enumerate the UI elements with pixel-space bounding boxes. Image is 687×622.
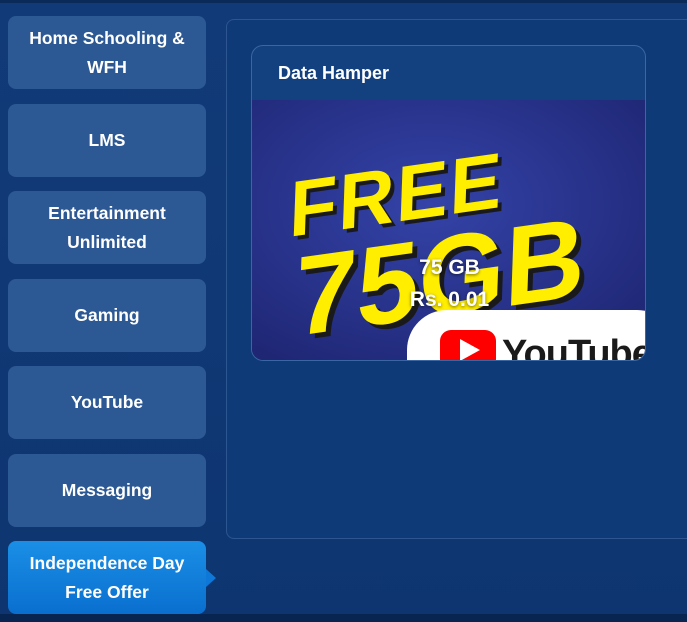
youtube-badge: YouTube xyxy=(407,310,646,361)
sidebar-item-label: LMS xyxy=(88,130,126,150)
sidebar-item-home-schooling[interactable]: Home Schooling & WFH xyxy=(8,16,206,89)
price-label: Rs. 0.01 xyxy=(409,288,490,311)
top-edge xyxy=(0,0,687,3)
sidebar-item-label: Independence Day Free Offer xyxy=(29,552,185,602)
sidebar-item-messaging[interactable]: Messaging xyxy=(8,454,206,527)
bottom-edge xyxy=(0,614,687,622)
sidebar-item-gaming[interactable]: Gaming xyxy=(8,279,206,352)
sidebar-item-label: YouTube xyxy=(70,392,144,412)
data-hamper-card[interactable]: Data Hamper FREE FREE 75GB 75GB YouTube … xyxy=(251,45,646,361)
sidebar-item-lms[interactable]: LMS xyxy=(8,104,206,177)
sidebar-item-label: Entertainment Unlimited xyxy=(48,202,166,252)
sidebar-item-label: Gaming xyxy=(74,305,140,325)
sidebar-item-youtube[interactable]: YouTube xyxy=(8,366,206,439)
promo-banner[interactable]: FREE FREE 75GB 75GB YouTube 75 GB Rs. 0.… xyxy=(252,100,646,361)
data-amount-label: 75 GB xyxy=(419,256,480,279)
card-title: Data Hamper xyxy=(278,63,390,83)
youtube-wordmark: YouTube xyxy=(502,333,646,361)
page: Home Schooling & WFH LMS Entertainment U… xyxy=(0,0,687,622)
sidebar-item-independence-day[interactable]: Independence Day Free Offer xyxy=(8,541,216,614)
sidebar-item-label: Messaging xyxy=(61,480,153,500)
promo-banner-art: FREE FREE 75GB 75GB YouTube xyxy=(252,100,646,361)
sidebar-item-label: Home Schooling & WFH xyxy=(29,27,185,77)
sidebar-item-entertainment[interactable]: Entertainment Unlimited xyxy=(8,191,206,264)
